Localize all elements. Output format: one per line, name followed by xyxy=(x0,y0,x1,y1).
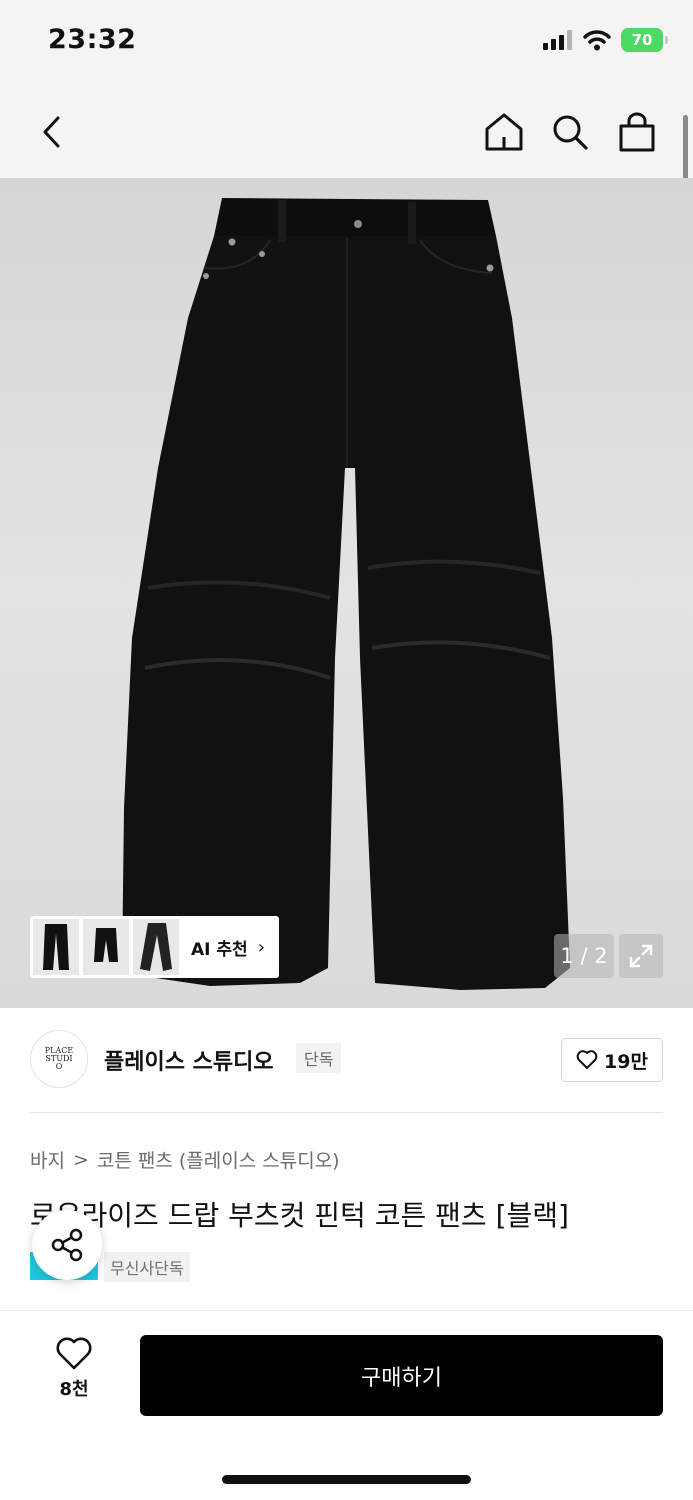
battery-level: 70 xyxy=(631,31,653,49)
bottom-action-bar: 8천 구매하기 xyxy=(0,1310,693,1500)
home-indicator[interactable] xyxy=(222,1475,471,1484)
search-button[interactable] xyxy=(546,108,594,156)
wishlist-count: 8천 xyxy=(59,1379,89,1400)
product-title: 로우라이즈 드랍 부츠컷 핀턱 코튼 팬츠 [블랙] xyxy=(30,1199,569,1232)
chevron-left-icon xyxy=(43,116,60,148)
search-icon xyxy=(553,115,588,150)
share-icon xyxy=(51,1228,83,1262)
brand-like-button[interactable]: 19만 xyxy=(561,1038,663,1082)
ai-reco-label: AI 추천 xyxy=(191,939,248,960)
status-bar: 23:32 70 xyxy=(0,0,693,88)
chevron-right-icon: › xyxy=(257,936,265,958)
status-icons: 70 xyxy=(543,28,668,52)
breadcrumb: 바지 > 코튼 팬츠 (플레이스 스튜디오) xyxy=(30,1146,340,1173)
breadcrumb-category[interactable]: 바지 xyxy=(30,1146,65,1173)
wifi-icon xyxy=(583,30,611,51)
breadcrumb-subcategory[interactable]: 코튼 팬츠 (플레이스 스튜디오) xyxy=(97,1146,340,1173)
buy-button[interactable]: 구매하기 xyxy=(140,1335,663,1416)
heart-icon xyxy=(56,1337,92,1370)
share-button[interactable] xyxy=(32,1210,102,1280)
nav-bar xyxy=(0,88,693,178)
cellular-signal-icon xyxy=(543,30,572,50)
brand-logo[interactable]: PLACE STUDIO xyxy=(30,1030,88,1088)
brand-name[interactable]: 플레이스 스튜디오 xyxy=(104,1044,274,1076)
wishlist-button[interactable]: 8천 xyxy=(44,1337,104,1401)
product-image[interactable]: AI 추천 › 1 / 2 xyxy=(0,178,693,1008)
pants-thumbnail-icon xyxy=(140,923,172,971)
exclusive-tag: 무신사단독 xyxy=(104,1252,190,1282)
shopping-bag-icon xyxy=(619,112,655,152)
pants-image xyxy=(122,198,570,990)
cart-button[interactable] xyxy=(613,108,661,156)
status-time: 23:32 xyxy=(48,24,137,55)
ai-reco-thumbnail xyxy=(33,919,79,975)
home-button[interactable] xyxy=(480,108,528,156)
battery-indicator: 70 xyxy=(621,28,668,52)
ai-reco-thumbnail xyxy=(83,919,129,975)
brand-logo-text: PLACE STUDIO xyxy=(44,1046,74,1071)
ai-reco-thumbnail xyxy=(133,919,179,975)
back-button[interactable] xyxy=(28,108,76,156)
expand-icon xyxy=(629,944,653,968)
ai-recommendation-button[interactable]: AI 추천 › xyxy=(30,916,279,978)
home-icon xyxy=(485,113,523,151)
pants-thumbnail-icon xyxy=(43,924,69,970)
breadcrumb-separator: > xyxy=(72,1148,89,1171)
heart-icon xyxy=(576,1050,598,1069)
brand-exclusive-badge: 단독 xyxy=(296,1043,342,1073)
page-indicator: 1 / 2 xyxy=(554,934,614,978)
brand-row: PLACE STUDIO 플레이스 스튜디오 단독 19만 xyxy=(0,1010,693,1112)
pants-thumbnail-icon xyxy=(94,928,118,962)
brand-like-count: 19만 xyxy=(604,1050,648,1073)
expand-button[interactable] xyxy=(619,934,663,978)
divider xyxy=(30,1112,663,1113)
